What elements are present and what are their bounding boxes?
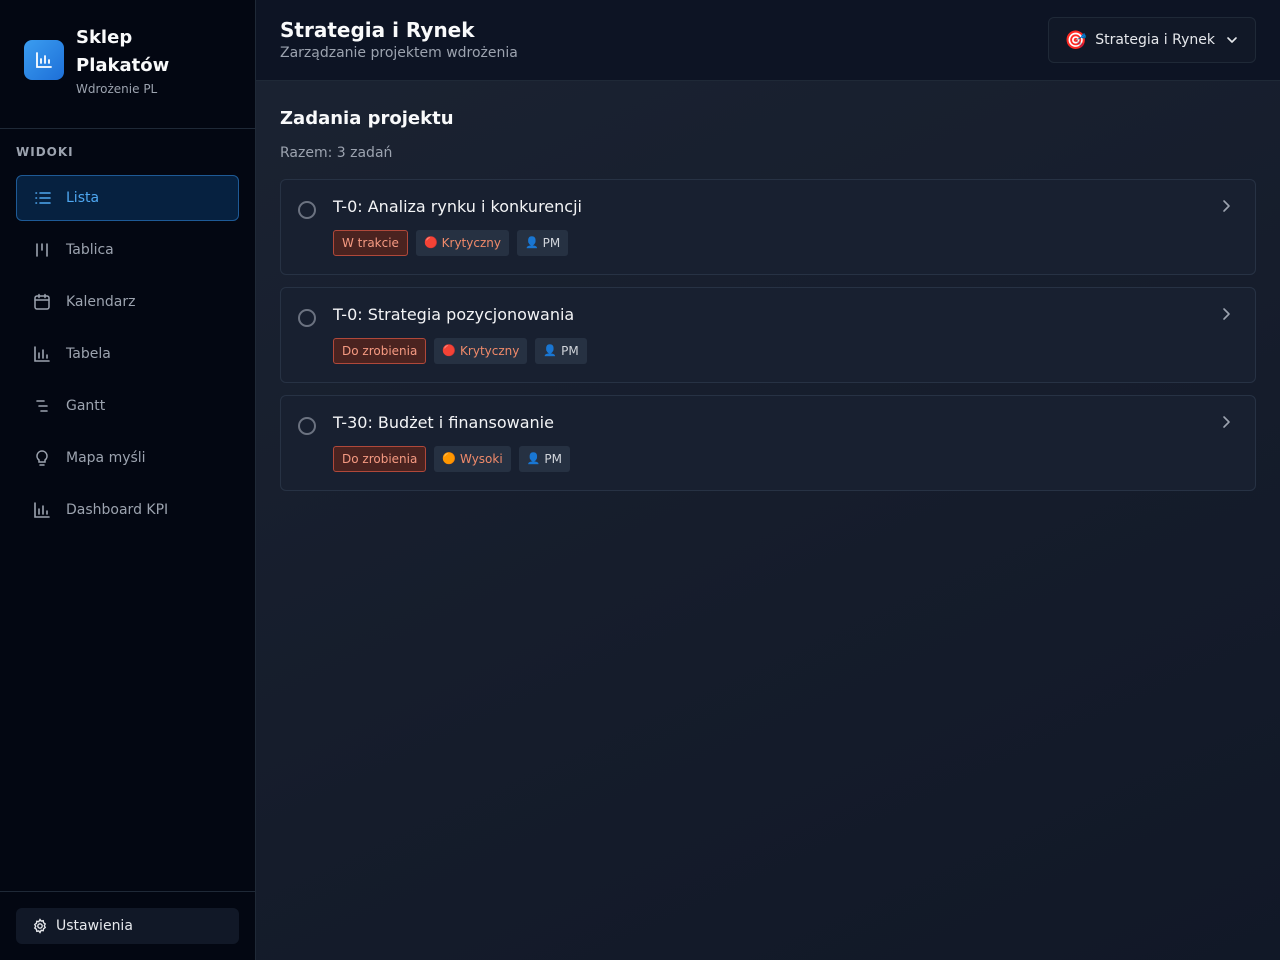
brand-logo-icon bbox=[24, 40, 64, 80]
priority-dot-icon: 🔴 bbox=[442, 344, 457, 357]
main-area: Strategia i Rynek Zarządzanie projektem … bbox=[256, 0, 1280, 960]
priority-label: Krytyczny bbox=[460, 344, 520, 358]
status-badge: Do zrobienia bbox=[333, 338, 427, 364]
task-count: Razem: 3 zadań bbox=[280, 145, 393, 161]
user-icon: 👤 bbox=[526, 452, 541, 465]
project-select[interactable]: 🎯 Strategia i Rynek bbox=[1047, 17, 1256, 63]
priority-badge: 🔴 Krytyczny bbox=[434, 338, 528, 364]
list-icon bbox=[33, 188, 53, 208]
user-icon: 👤 bbox=[524, 236, 539, 249]
priority-dot-icon: 🟠 bbox=[442, 452, 457, 465]
owner-badge: 👤 PM bbox=[535, 338, 587, 364]
priority-label: Wysoki bbox=[460, 452, 503, 466]
settings-label: Ustawienia bbox=[56, 918, 133, 934]
priority-badge: 🟠 Wysoki bbox=[434, 446, 511, 472]
owner-label: PM bbox=[542, 236, 561, 250]
nav-item-mapa-mysli[interactable]: Mapa myśli bbox=[16, 435, 239, 481]
board-icon bbox=[32, 240, 52, 260]
page-title: Strategia i Rynek bbox=[280, 18, 475, 42]
sidebar: Sklep Plakatów Wdrożenie PL WIDOKI Lista bbox=[0, 0, 256, 960]
sidebar-footer: Ustawienia bbox=[0, 891, 255, 960]
chart-icon bbox=[32, 500, 52, 520]
priority-dot-icon: 🔴 bbox=[423, 236, 438, 249]
brand: Sklep Plakatów Wdrożenie PL bbox=[0, 0, 255, 129]
nav-item-tablica[interactable]: Tablica bbox=[16, 227, 239, 273]
owner-label: PM bbox=[561, 344, 579, 358]
settings-button[interactable]: Ustawienia bbox=[16, 908, 239, 944]
table-icon bbox=[32, 344, 52, 364]
task-section: Zadania projektu Razem: 3 zadań T-0: Ana… bbox=[256, 81, 1280, 491]
user-icon: 👤 bbox=[543, 344, 558, 357]
nav-item-label: Lista bbox=[66, 190, 100, 206]
calendar-icon bbox=[32, 292, 52, 312]
nav-item-tabela[interactable]: Tabela bbox=[16, 331, 239, 377]
status-badge: Do zrobienia bbox=[333, 446, 427, 472]
app-root: Sklep Plakatów Wdrożenie PL WIDOKI Lista bbox=[0, 0, 1280, 960]
chevron-down-icon bbox=[1225, 33, 1239, 47]
brand-name: Sklep Plakatów bbox=[76, 27, 170, 76]
task-checkbox[interactable] bbox=[298, 201, 316, 219]
task-title: T-30: Budżet i finansowanie bbox=[333, 413, 554, 432]
nav-item-label: Kalendarz bbox=[66, 294, 136, 310]
nav-item-label: Gantt bbox=[66, 398, 106, 414]
priority-badge: 🔴 Krytyczny bbox=[415, 230, 509, 256]
lightbulb-icon bbox=[32, 448, 52, 468]
task-checkbox[interactable] bbox=[298, 309, 316, 327]
nav-section: WIDOKI Lista Tablica Kalendarz Tabela Ga… bbox=[0, 129, 255, 539]
owner-badge: 👤 PM bbox=[518, 446, 570, 472]
nav-item-label: Tabela bbox=[66, 346, 111, 362]
page-subtitle: Zarządzanie projektem wdrożenia bbox=[280, 45, 518, 61]
task-card[interactable]: T-0: Strategia pozycjonowania Do zrobien… bbox=[280, 287, 1256, 383]
target-icon: 🎯 bbox=[1064, 29, 1088, 51]
nav-item-lista[interactable]: Lista bbox=[16, 175, 239, 221]
owner-label: PM bbox=[544, 452, 562, 466]
chevron-right-icon[interactable] bbox=[1221, 414, 1231, 434]
nav-item-dashboard-kpi[interactable]: Dashboard KPI bbox=[16, 487, 239, 533]
status-badge: W trakcie bbox=[333, 230, 408, 256]
nav-item-label: Tablica bbox=[66, 242, 114, 258]
brand-subtitle: Wdrożenie PL bbox=[76, 82, 158, 96]
task-card[interactable]: T-30: Budżet i finansowanie Do zrobienia… bbox=[280, 395, 1256, 491]
priority-label: Krytyczny bbox=[441, 236, 501, 250]
nav-item-label: Mapa myśli bbox=[66, 450, 146, 466]
project-select-label: Strategia i Rynek bbox=[1095, 32, 1215, 48]
task-card[interactable]: T-0: Analiza rynku i konkurencji W trakc… bbox=[280, 179, 1256, 275]
chevron-right-icon[interactable] bbox=[1221, 306, 1231, 326]
nav-heading: WIDOKI bbox=[16, 145, 74, 159]
owner-badge: 👤 PM bbox=[516, 230, 569, 256]
nav-item-gantt[interactable]: Gantt bbox=[16, 383, 239, 429]
nav-item-kalendarz[interactable]: Kalendarz bbox=[16, 279, 239, 325]
gantt-icon bbox=[32, 396, 52, 416]
task-checkbox[interactable] bbox=[298, 417, 316, 435]
nav-item-label: Dashboard KPI bbox=[66, 502, 169, 518]
task-title: T-0: Analiza rynku i konkurencji bbox=[333, 197, 582, 216]
section-title: Zadania projektu bbox=[280, 108, 454, 129]
header: Strategia i Rynek Zarządzanie projektem … bbox=[256, 0, 1280, 81]
gear-icon bbox=[32, 918, 48, 934]
chevron-right-icon[interactable] bbox=[1221, 198, 1231, 218]
task-title: T-0: Strategia pozycjonowania bbox=[333, 305, 575, 324]
